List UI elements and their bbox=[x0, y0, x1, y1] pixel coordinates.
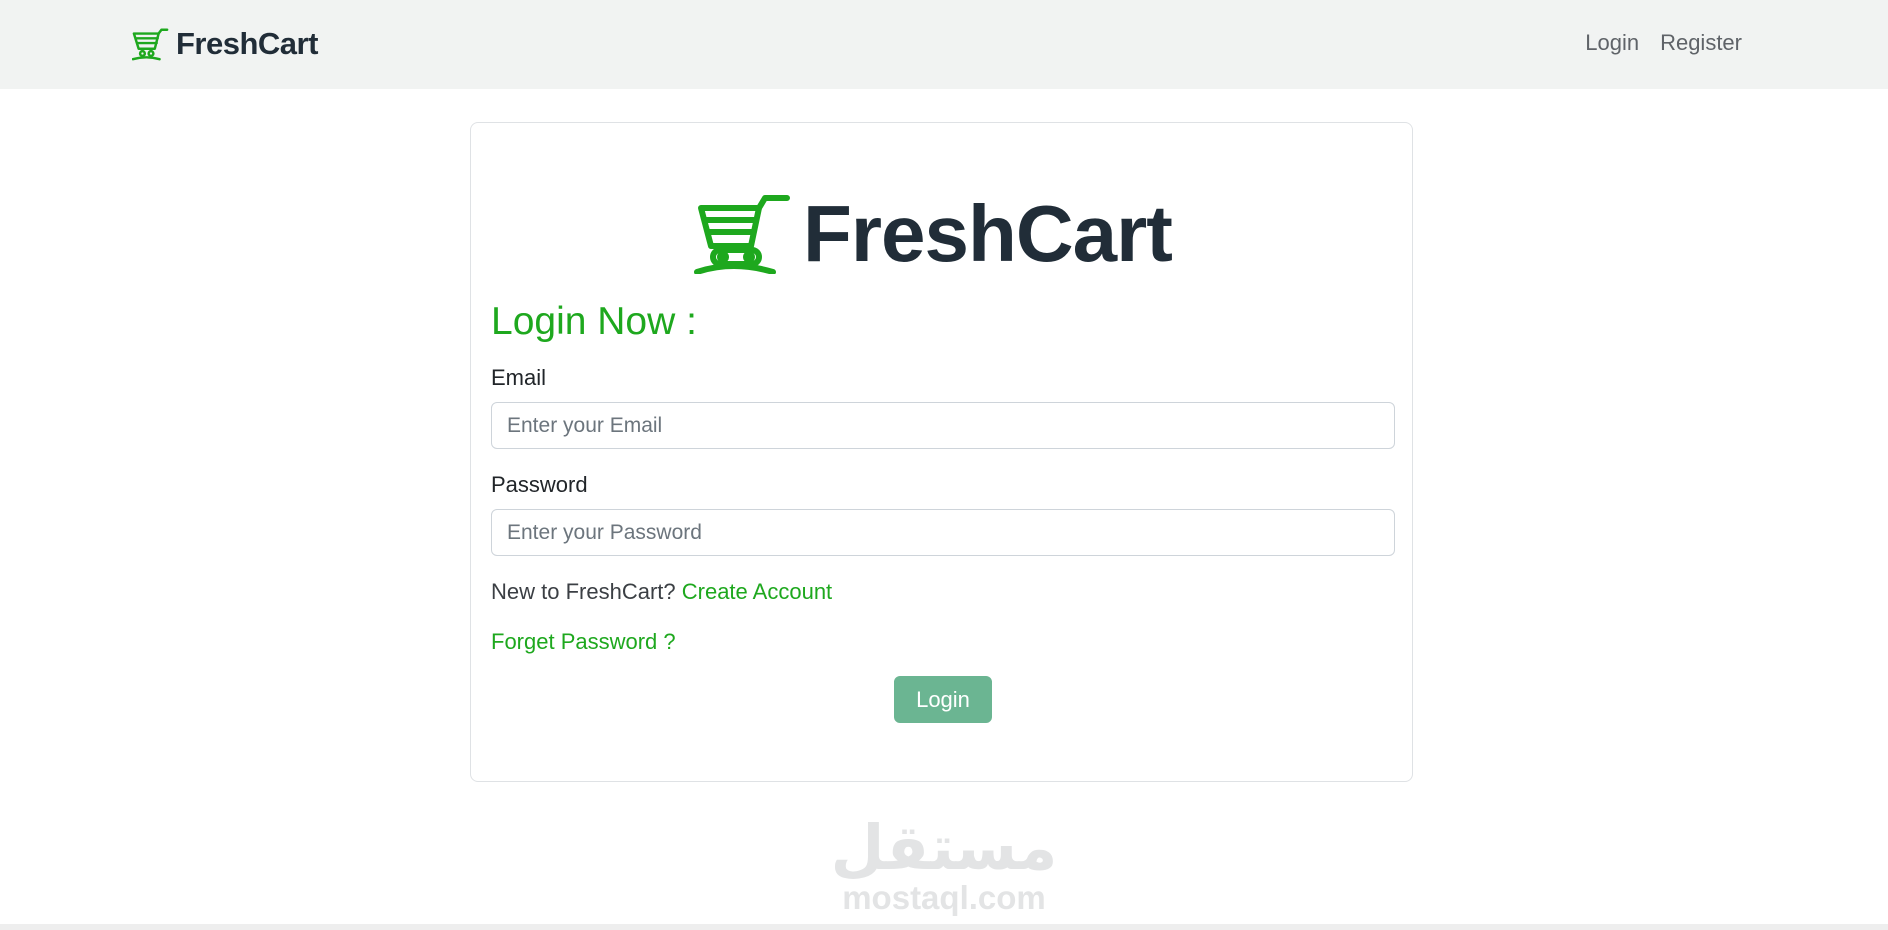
freshcart-logo: FreshCart bbox=[693, 189, 1173, 279]
forget-password-link[interactable]: Forget Password ? bbox=[491, 629, 676, 655]
shopping-cart-icon bbox=[694, 195, 790, 274]
watermark-latin: mostaql.com bbox=[842, 879, 1046, 916]
new-account-prompt: New to FreshCart? Create Account bbox=[491, 579, 832, 605]
page-title: Login Now : bbox=[491, 300, 697, 343]
watermark: مستقل mostaql.com bbox=[828, 815, 1060, 915]
new-account-text: New to FreshCart? bbox=[491, 579, 676, 604]
login-card: FreshCart Login Now : Email Password New… bbox=[470, 122, 1413, 782]
shopping-cart-icon bbox=[132, 28, 169, 61]
email-field[interactable] bbox=[491, 402, 1395, 449]
brand-name: FreshCart bbox=[176, 26, 318, 61]
email-label: Email bbox=[491, 365, 547, 390]
password-field[interactable] bbox=[491, 509, 1395, 556]
password-label: Password bbox=[491, 472, 588, 497]
watermark-arabic: مستقل bbox=[830, 811, 1058, 884]
nav-links: Login Register bbox=[1585, 30, 1742, 56]
logo-text: FreshCart bbox=[803, 189, 1173, 278]
nav-login-link[interactable]: Login bbox=[1585, 30, 1639, 56]
navbar: FreshCart Login Register bbox=[0, 0, 1888, 89]
bottom-divider bbox=[0, 924, 1888, 930]
nav-register-link[interactable]: Register bbox=[1660, 30, 1742, 56]
brand-link[interactable]: FreshCart bbox=[132, 26, 318, 62]
create-account-link[interactable]: Create Account bbox=[682, 579, 832, 604]
login-button[interactable]: Login bbox=[894, 676, 992, 723]
